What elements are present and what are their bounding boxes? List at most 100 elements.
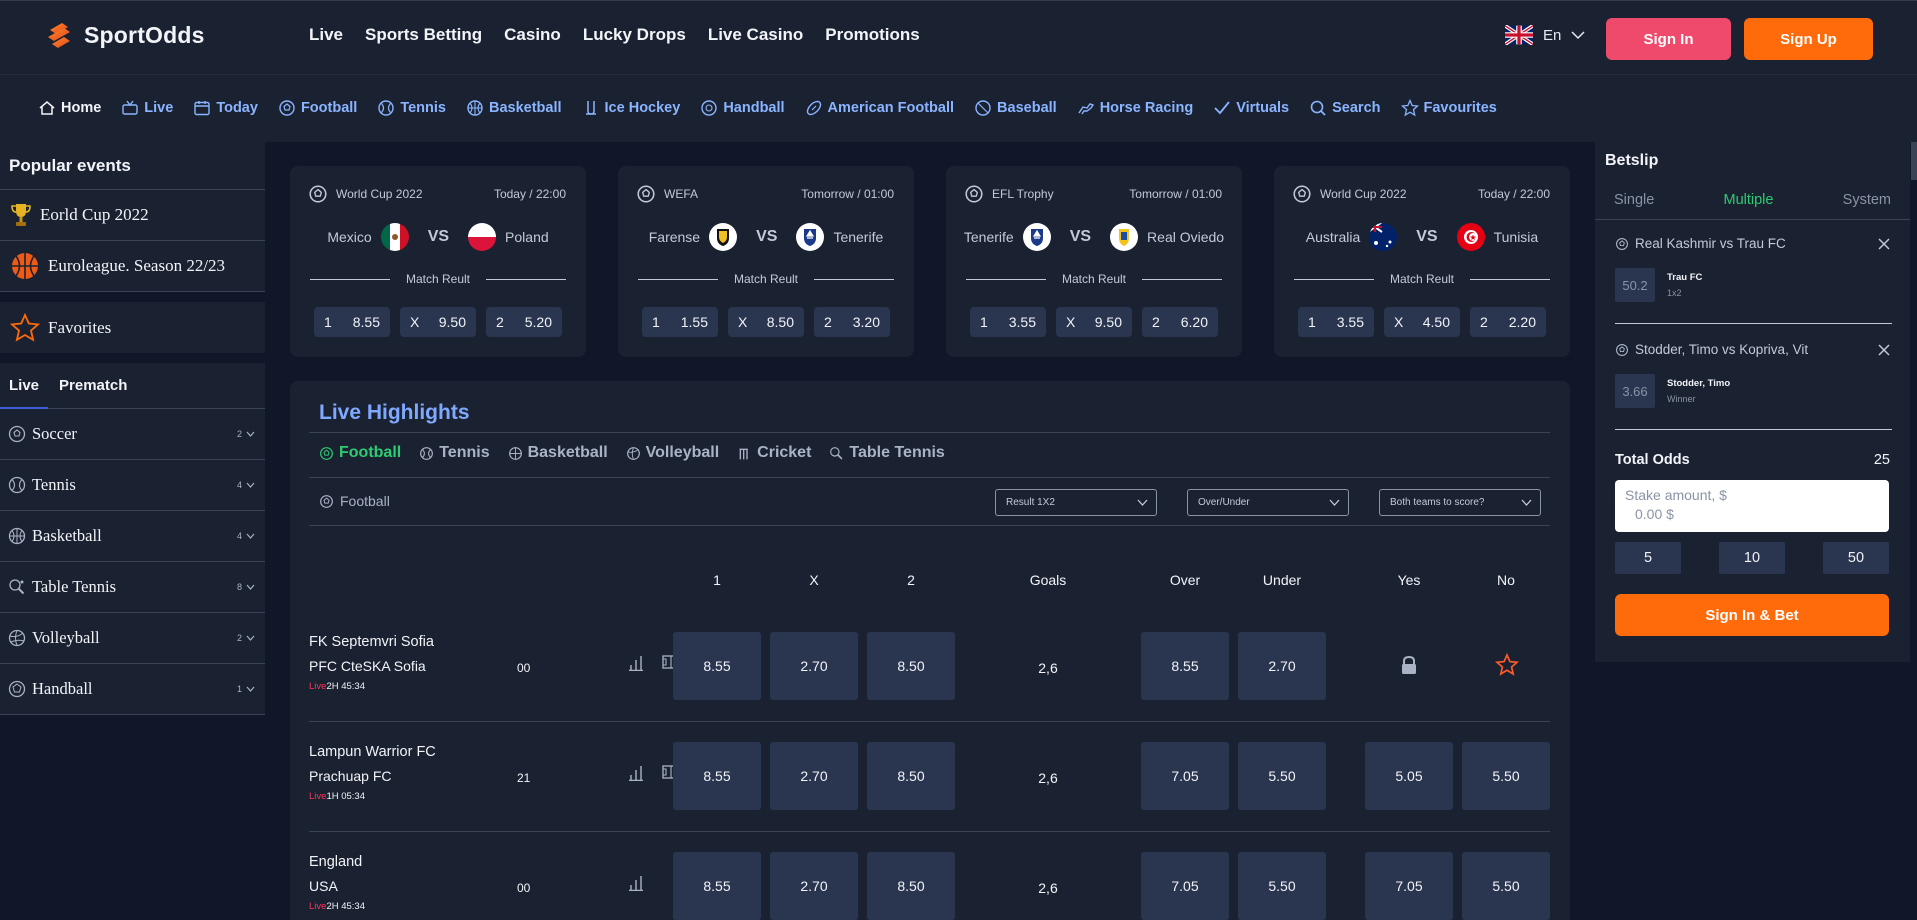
away-team[interactable]: PFC CteSKA Sofia	[309, 658, 426, 674]
featured-event-card[interactable]: World Cup 2022 Today / 22:00 Mexico VS P…	[290, 166, 586, 357]
odd-button[interactable]: 1 3.55	[1298, 307, 1374, 337]
away-team[interactable]: Prachuap FC	[309, 768, 391, 784]
over-under-select[interactable]: Over/Under	[1187, 489, 1349, 516]
odd-button[interactable]: X 8.50	[728, 307, 804, 337]
close-icon[interactable]	[1878, 237, 1890, 250]
popular-item-world-cup[interactable]: Eorld Cup 2022	[0, 190, 265, 241]
sports-nav-handball[interactable]: Handball	[700, 99, 785, 117]
sidebar-sport-handball[interactable]: Handball 1	[0, 664, 265, 715]
sports-nav-baseball[interactable]: Baseball	[974, 99, 1057, 117]
odd-yes-button[interactable]: 7.05	[1365, 852, 1453, 920]
sports-nav-tennis[interactable]: Tennis	[377, 99, 446, 117]
odd-x-button[interactable]: 2.70	[770, 852, 858, 920]
stats-icon[interactable]	[628, 655, 644, 671]
odd-under-button[interactable]: 5.50	[1238, 742, 1326, 810]
close-icon[interactable]	[1878, 343, 1890, 356]
sports-nav-ice-hockey[interactable]: Ice Hockey	[582, 99, 680, 117]
betslip-tab-system[interactable]: System	[1843, 192, 1891, 208]
odd-button[interactable]: 1 3.55	[970, 307, 1046, 337]
odd-over-button[interactable]: 8.55	[1141, 632, 1229, 700]
featured-event-card[interactable]: World Cup 2022 Today / 22:00 Australia V…	[1274, 166, 1570, 357]
quick-stake-10[interactable]: 10	[1719, 542, 1785, 574]
stake-input[interactable]: Stake amount, $ 0.00 $	[1615, 480, 1889, 532]
odd-button[interactable]: X 9.50	[1056, 307, 1132, 337]
odd-under-button[interactable]: 2.70	[1238, 632, 1326, 700]
stats-icon[interactable]	[628, 875, 644, 891]
main-nav-sports-betting[interactable]: Sports Betting	[365, 25, 482, 45]
odd-1-button[interactable]: 8.55	[673, 852, 761, 920]
live-tab-cricket[interactable]: Cricket	[737, 444, 811, 462]
odd-no-button[interactable]: 5.50	[1462, 742, 1550, 810]
home-team[interactable]: England	[309, 854, 362, 870]
sports-nav-virtuals[interactable]: Virtuals	[1213, 99, 1289, 117]
odd-2-button[interactable]: 8.50	[867, 632, 955, 700]
sign-up-button[interactable]: Sign Up	[1744, 18, 1873, 60]
sports-nav-football[interactable]: Football	[278, 99, 357, 117]
sports-nav-today[interactable]: Today	[193, 99, 258, 117]
sidebar-sport-table-tennis[interactable]: Table Tennis 8	[0, 562, 265, 613]
betslip-scrollbar[interactable]	[1911, 142, 1917, 180]
odd-under-button[interactable]: 5.50	[1238, 852, 1326, 920]
odd-x-button[interactable]: 2.70	[770, 632, 858, 700]
stats-icon[interactable]	[628, 765, 644, 781]
sign-in-button[interactable]: Sign In	[1606, 18, 1731, 60]
away-team[interactable]: USA	[309, 878, 338, 894]
odd-button[interactable]: X 9.50	[400, 307, 476, 337]
sidebar-sport-tennis[interactable]: Tennis 4	[0, 460, 265, 511]
odd-x-button[interactable]: 2.70	[770, 742, 858, 810]
featured-event-card[interactable]: WEFA Tomorrow / 01:00 Farense VS Tenerif…	[618, 166, 914, 357]
sidebar-favorites[interactable]: Favorites	[0, 302, 265, 353]
popular-item-euroleague[interactable]: Euroleague. Season 22/23	[0, 241, 265, 292]
odd-2-button[interactable]: 8.50	[867, 742, 955, 810]
odd-1-button[interactable]: 8.55	[673, 632, 761, 700]
main-nav-casino[interactable]: Casino	[504, 25, 561, 45]
sidebar-sport-volleyball[interactable]: Volleyball 2	[0, 613, 265, 664]
live-tab-basketball[interactable]: Basketball	[508, 444, 608, 462]
sports-nav-horse-racing[interactable]: Horse Racing	[1077, 99, 1193, 117]
sports-nav-live[interactable]: Live	[121, 99, 173, 117]
sidebar-sport-basketball[interactable]: Basketball 4	[0, 511, 265, 562]
sports-nav-search[interactable]: Search	[1309, 99, 1381, 117]
odd-over-button[interactable]: 7.05	[1141, 852, 1229, 920]
featured-event-card[interactable]: EFL Trophy Tomorrow / 01:00 Tenerife VS …	[946, 166, 1242, 357]
live-tab-table-tennis[interactable]: Table Tennis	[829, 444, 945, 462]
both-teams-score-select[interactable]: Both teams to score?	[1379, 489, 1541, 516]
live-tab-volleyball[interactable]: Volleyball	[626, 444, 719, 462]
tab-prematch[interactable]: Prematch	[59, 377, 127, 394]
odd-no-button[interactable]: 5.50	[1462, 852, 1550, 920]
odd-button[interactable]: 2 3.20	[814, 307, 890, 337]
odd-button[interactable]: X 4.50	[1384, 307, 1460, 337]
sports-nav-favourites[interactable]: Favourites	[1400, 99, 1497, 117]
home-team[interactable]: FK Septemvri Sofia	[309, 634, 434, 650]
odd-over-button[interactable]: 7.05	[1141, 742, 1229, 810]
star-icon[interactable]	[1495, 653, 1519, 677]
betslip-tab-single[interactable]: Single	[1614, 192, 1654, 208]
language-selector[interactable]: En	[1505, 25, 1585, 45]
home-team[interactable]: Lampun Warrior FC	[309, 744, 436, 760]
odd-button[interactable]: 2 2.20	[1470, 307, 1546, 337]
odd-1-button[interactable]: 8.55	[673, 742, 761, 810]
betslip-tab-multiple[interactable]: Multiple	[1724, 192, 1774, 208]
sports-nav-american-football[interactable]: American Football	[805, 99, 954, 117]
result-1x2-select[interactable]: Result 1X2	[995, 489, 1157, 516]
sports-nav-home[interactable]: Home	[38, 99, 101, 117]
brand-logo[interactable]: SportOdds	[44, 19, 205, 51]
odd-button[interactable]: 2 5.20	[486, 307, 562, 337]
main-nav-live[interactable]: Live	[309, 25, 343, 45]
odd-button[interactable]: 2 6.20	[1142, 307, 1218, 337]
sports-nav-basketball[interactable]: Basketball	[466, 99, 562, 117]
odd-button[interactable]: 1 1.55	[642, 307, 718, 337]
sign-in-and-bet-button[interactable]: Sign In & Bet	[1615, 594, 1889, 636]
quick-stake-5[interactable]: 5	[1615, 542, 1681, 574]
sidebar-sport-soccer[interactable]: Soccer 2	[0, 409, 265, 460]
quick-stake-50[interactable]: 50	[1823, 542, 1889, 574]
main-nav-live-casino[interactable]: Live Casino	[708, 25, 803, 45]
odd-button[interactable]: 1 8.55	[314, 307, 390, 337]
live-tab-tennis[interactable]: Tennis	[419, 444, 490, 462]
odd-yes-button[interactable]: 5.05	[1365, 742, 1453, 810]
main-nav-lucky-drops[interactable]: Lucky Drops	[583, 25, 686, 45]
live-tab-football[interactable]: Football	[319, 444, 401, 462]
main-nav-promotions[interactable]: Promotions	[825, 25, 919, 45]
tab-live[interactable]: Live	[9, 377, 39, 394]
odd-2-button[interactable]: 8.50	[867, 852, 955, 920]
